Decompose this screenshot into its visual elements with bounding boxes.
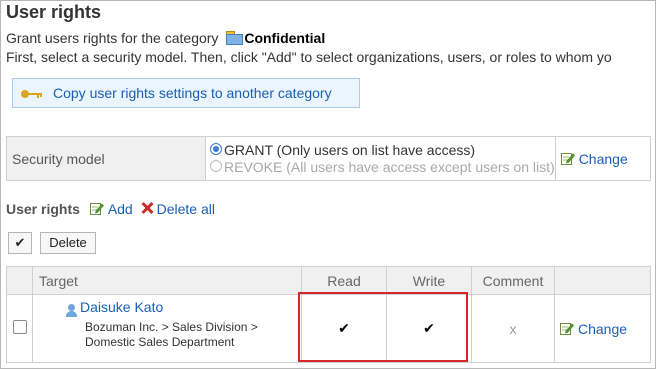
radio-revoke: REVOKE (All users have access except use… — [206, 159, 555, 176]
copy-user-rights-button[interactable]: Copy user rights settings to another cat… — [12, 78, 360, 108]
header-actions — [554, 266, 651, 295]
delete-button[interactable]: Delete — [40, 232, 96, 254]
instruction-text: First, select a security model. Then, cl… — [6, 49, 612, 65]
security-model-table: Security model GRANT (Only users on list… — [6, 136, 652, 181]
user-rights-table: Target Read Write Comment Daisuke Kato B… — [6, 266, 651, 363]
intro-line: Grant users rights for the category Conf… — [6, 30, 325, 46]
category-name: Confidential — [244, 30, 326, 46]
radio-revoke-button — [210, 159, 222, 172]
toggle-all-checkbox-button[interactable]: ✔ — [8, 232, 32, 254]
comment-cell: x — [471, 294, 555, 363]
page-title: User rights — [6, 2, 102, 22]
write-cell: ✔ — [386, 294, 472, 363]
row-checkbox[interactable] — [12, 320, 27, 334]
delete-icon — [141, 202, 153, 214]
table-row: Daisuke Kato Bozuman Inc. > Sales Divisi… — [6, 294, 651, 363]
write-check-icon: ✔ — [423, 320, 435, 336]
row-change-label: Change — [578, 320, 628, 337]
user-icon — [65, 304, 78, 318]
header-read: Read — [301, 266, 387, 295]
user-name-link[interactable]: Daisuke Kato — [80, 299, 163, 315]
row-change-cell: Change — [554, 294, 651, 363]
edit-icon — [560, 322, 574, 335]
security-model-change-link[interactable]: Change — [560, 150, 628, 167]
header-select — [6, 266, 33, 295]
radio-revoke-label: REVOKE (All users have access except use… — [224, 158, 555, 175]
user-rights-toolbar: User rights Add Delete all — [6, 201, 215, 217]
radio-grant[interactable]: GRANT (Only users on list have access) — [206, 142, 555, 159]
row-change-link[interactable]: Change — [560, 321, 627, 337]
delete-all-label: Delete all — [156, 201, 215, 217]
table-header-row: Target Read Write Comment — [6, 266, 651, 295]
read-cell: ✔ — [301, 294, 387, 363]
add-link[interactable]: Add — [89, 201, 137, 217]
user-rights-heading: User rights — [6, 201, 80, 217]
security-model-change-label: Change — [578, 150, 628, 167]
user-department: Bozuman Inc. > Sales Division > Domestic… — [85, 320, 258, 349]
intro-text: Grant users rights for the category — [6, 30, 219, 46]
edit-icon — [560, 152, 575, 165]
security-model-options: GRANT (Only users on list have access) R… — [205, 136, 556, 181]
add-icon — [89, 203, 104, 215]
radio-grant-label: GRANT (Only users on list have access) — [224, 141, 476, 158]
header-target: Target — [32, 266, 302, 295]
row-select-cell — [6, 294, 33, 363]
read-check-icon: ✔ — [338, 320, 350, 336]
key-icon — [21, 88, 47, 100]
security-model-label: Security model — [6, 136, 206, 181]
folder-icon — [226, 31, 244, 45]
header-comment: Comment — [471, 266, 555, 295]
radio-grant-button[interactable] — [210, 142, 222, 155]
comment-none-icon: x — [509, 320, 517, 337]
security-model-change-cell: Change — [554, 136, 652, 181]
header-write: Write — [386, 266, 472, 295]
target-cell: Daisuke Kato Bozuman Inc. > Sales Divisi… — [32, 294, 302, 363]
add-label: Add — [107, 201, 133, 217]
delete-all-link[interactable]: Delete all — [137, 201, 215, 217]
copy-user-rights-label: Copy user rights settings to another cat… — [53, 85, 332, 101]
